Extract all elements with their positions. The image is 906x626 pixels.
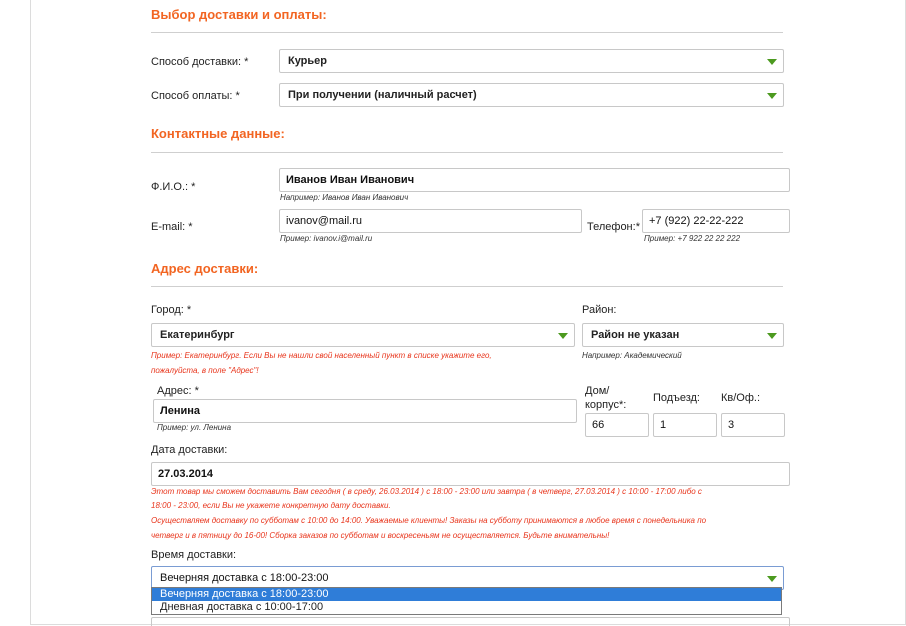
delivery-date-input[interactable]: 27.03.2014	[151, 462, 790, 486]
apartment-label: Кв/Оф.:	[721, 392, 761, 404]
entrance-label: Подъезд:	[653, 392, 700, 404]
divider	[151, 32, 783, 33]
delivery-method-select[interactable]: Курьер	[279, 49, 784, 73]
delivery-note1-line1: Этот товар мы сможем доставить Вам сегод…	[151, 487, 702, 496]
district-select[interactable]: Район не указан	[582, 323, 784, 347]
house-input[interactable]: 66	[585, 413, 649, 437]
city-label: Город: *	[151, 304, 192, 316]
delivery-time-value: Вечерняя доставка с 18:00-23:00	[160, 572, 329, 584]
delivery-time-option-day[interactable]: Дневная доставка с 10:00-17:00	[152, 601, 781, 614]
divider	[151, 286, 783, 287]
delivery-date-label: Дата доставки:	[151, 444, 228, 456]
phone-hint: Пример: +7 922 22 22 222	[644, 234, 741, 243]
street-hint: Пример: ул. Ленина	[157, 423, 232, 432]
house-label-line1: Дом/	[585, 385, 610, 397]
email-label: E-mail: *	[151, 221, 193, 233]
chevron-down-icon	[767, 93, 777, 99]
fio-hint: Например: Иванов Иван Иванович	[280, 193, 409, 202]
delivery-method-label: Способ доставки: *	[151, 56, 249, 68]
chevron-down-icon	[767, 333, 777, 339]
delivery-note1-line2: 18:00 - 23:00, если Вы не укажете конкре…	[151, 501, 391, 510]
city-hint-line1: Пример: Екатеринбург. Если Вы не нашли с…	[151, 351, 492, 360]
city-select[interactable]: Екатеринбург	[151, 323, 575, 347]
section-title-delivery-payment: Выбор доставки и оплаты:	[151, 7, 327, 22]
street-input[interactable]: Ленина	[153, 399, 577, 423]
divider	[151, 152, 783, 153]
email-hint: Пример: ivanov.i@mail.ru	[280, 234, 373, 243]
phone-label: Телефон:*	[587, 221, 640, 233]
phone-input[interactable]: +7 (922) 22-22-222	[642, 209, 790, 233]
payment-method-label: Способ оплаты: *	[151, 90, 240, 102]
payment-method-select[interactable]: При получении (наличный расчет)	[279, 83, 784, 107]
district-hint: Например: Академический	[582, 351, 682, 360]
delivery-time-option-evening[interactable]: Вечерняя доставка с 18:00-23:00	[152, 588, 781, 601]
district-label: Район:	[582, 304, 617, 316]
district-value: Район не указан	[591, 329, 680, 341]
city-value: Екатеринбург	[160, 329, 235, 341]
street-label: Адрес: *	[157, 385, 199, 397]
delivery-time-dropdown: Вечерняя доставка с 18:00-23:00 Дневная …	[151, 587, 782, 615]
section-title-contacts: Контактные данные:	[151, 126, 285, 141]
fio-label: Ф.И.О.: *	[151, 181, 196, 193]
section-title-address: Адрес доставки:	[151, 261, 259, 276]
next-field-partial	[151, 617, 790, 626]
apartment-input[interactable]: 3	[721, 413, 785, 437]
delivery-time-label: Время доставки:	[151, 549, 237, 561]
entrance-input[interactable]: 1	[653, 413, 717, 437]
city-hint-line2: пожалуйста, в поле "Адрес"!	[151, 366, 259, 375]
delivery-note2-line1: Осуществляем доставку по субботам с 10:0…	[151, 516, 707, 525]
delivery-method-value: Курьер	[288, 55, 328, 67]
chevron-down-icon	[767, 576, 777, 582]
payment-method-value: При получении (наличный расчет)	[288, 89, 477, 101]
chevron-down-icon	[767, 59, 777, 65]
house-label-line2: корпус*:	[585, 399, 627, 411]
fio-input[interactable]: Иванов Иван Иванович	[279, 168, 790, 192]
chevron-down-icon	[558, 333, 568, 339]
email-input[interactable]: ivanov@mail.ru	[279, 209, 582, 233]
delivery-note2-line2: четверг и в пятницу до 16-00! Сборка зак…	[151, 531, 610, 540]
